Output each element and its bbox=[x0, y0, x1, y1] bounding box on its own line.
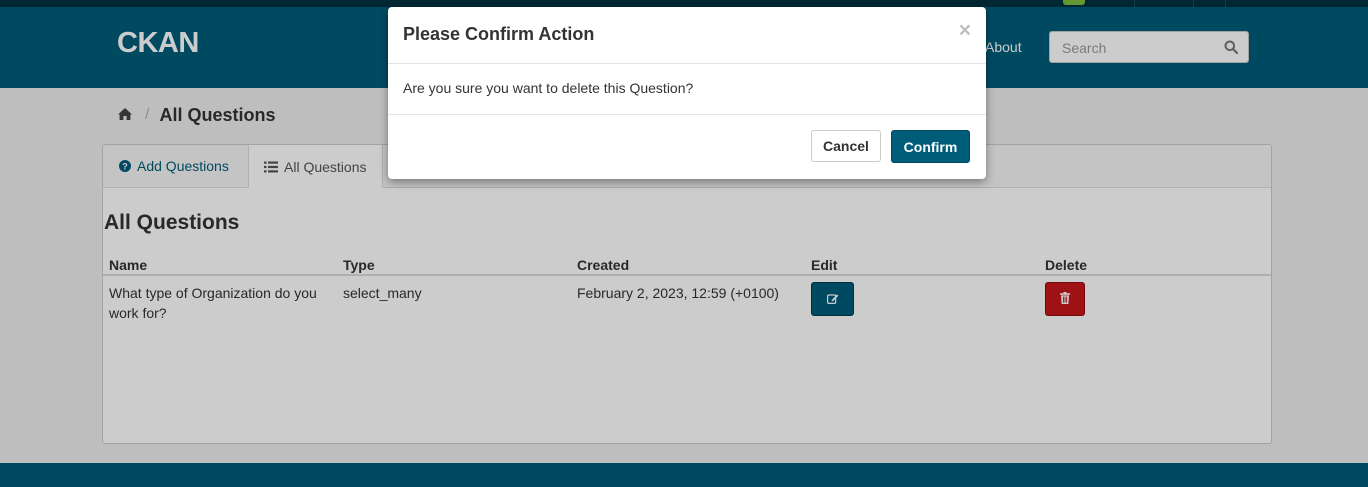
dialog-title: Please Confirm Action bbox=[403, 24, 595, 44]
confirm-dialog: Please Confirm Action × Are you sure you… bbox=[388, 7, 986, 179]
dialog-header: Please Confirm Action × bbox=[388, 7, 986, 64]
dialog-footer: Cancel Confirm bbox=[388, 114, 986, 180]
dialog-message: Are you sure you want to delete this Que… bbox=[403, 80, 694, 96]
cancel-button[interactable]: Cancel bbox=[811, 130, 881, 162]
close-icon[interactable]: × bbox=[959, 20, 971, 41]
confirm-button[interactable]: Confirm bbox=[891, 130, 970, 163]
